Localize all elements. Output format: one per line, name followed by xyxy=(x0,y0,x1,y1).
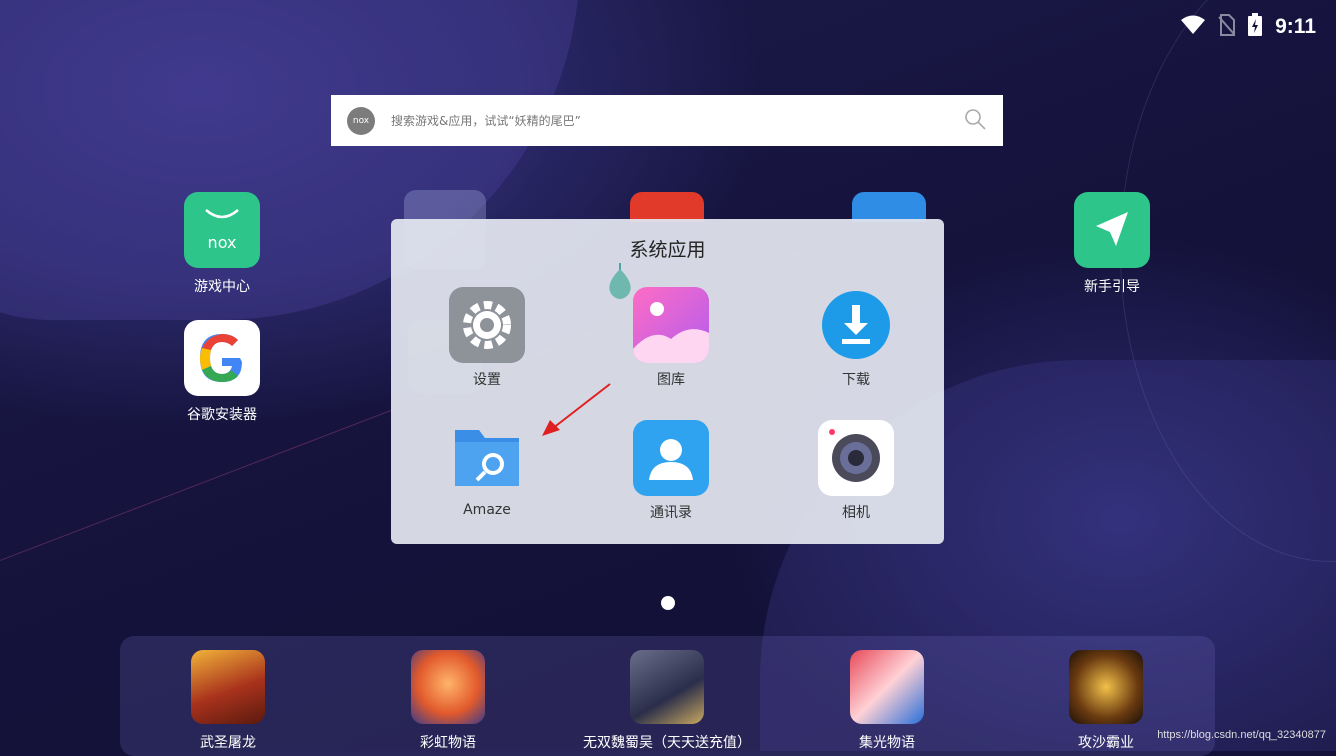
dock-app-wushuang[interactable]: 无双魏蜀吴（天天送充值） xyxy=(567,650,767,752)
game-wushengtulong-icon xyxy=(191,650,265,724)
folder-app-gallery[interactable]: 图库 xyxy=(611,287,731,389)
clock: 9:11 xyxy=(1275,15,1316,38)
game-jiguangwuyu-icon xyxy=(850,650,924,724)
nox-game-center-icon: nox xyxy=(184,192,260,268)
nox-logo: nox xyxy=(347,106,375,135)
app-label: 彩虹物语 xyxy=(420,735,476,751)
app-label: 游戏中心 xyxy=(194,279,250,295)
game-wushuang-icon xyxy=(630,650,704,724)
contacts-icon xyxy=(633,420,709,496)
search-placeholder[interactable]: 搜索游戏&应用，试试“妖精的尾巴” xyxy=(391,112,963,129)
app-label: 谷歌安装器 xyxy=(187,407,257,423)
battery-icon xyxy=(1247,13,1263,41)
game-gongshabaye-icon xyxy=(1069,650,1143,724)
page-indicator-dot[interactable] xyxy=(661,596,675,610)
app-label: 集光物语 xyxy=(859,735,915,751)
camera-icon xyxy=(818,420,894,496)
app-label: 设置 xyxy=(473,372,501,388)
app-label: 新手引导 xyxy=(1084,279,1140,295)
guide-arrow-icon xyxy=(1074,192,1150,268)
wifi-icon xyxy=(1181,15,1206,39)
app-label: 无双魏蜀吴（天天送充值） xyxy=(583,735,751,751)
download-icon xyxy=(818,287,894,363)
app-google-installer[interactable]: 谷歌安装器 xyxy=(167,320,277,424)
folder-app-amaze[interactable]: Amaze xyxy=(427,420,547,518)
game-caihongwuyu-icon xyxy=(411,650,485,724)
dock-app-wushengtulong[interactable]: 武圣屠龙 xyxy=(128,650,328,752)
svg-text:nox: nox xyxy=(208,233,237,252)
app-label: 武圣屠龙 xyxy=(200,735,256,751)
folder-app-contacts[interactable]: 通讯录 xyxy=(611,420,731,522)
watermark: https://blog.csdn.net/qq_32340877 xyxy=(1157,729,1326,741)
app-label: 相机 xyxy=(842,505,870,521)
no-sim-icon xyxy=(1217,14,1236,40)
app-label: 通讯录 xyxy=(650,505,692,521)
news-background-icon xyxy=(630,192,704,222)
browser-background-icon xyxy=(852,192,926,222)
google-installer-icon xyxy=(184,320,260,396)
search-bar[interactable]: nox 搜索游戏&应用，试试“妖精的尾巴” xyxy=(331,95,1003,146)
app-game-center[interactable]: nox 游戏中心 xyxy=(167,192,277,296)
search-icon[interactable] xyxy=(963,107,987,135)
app-label: Amaze xyxy=(463,502,511,518)
annotation-arrow-icon xyxy=(542,383,611,436)
app-label: 攻沙霸业 xyxy=(1078,735,1134,751)
dock-app-jiguangwuyu[interactable]: 集光物语 xyxy=(787,650,987,752)
status-bar: 9:11 xyxy=(1181,13,1316,41)
gear-icon xyxy=(449,287,525,363)
app-label: 下载 xyxy=(842,372,870,388)
folder-title[interactable]: 系统应用 xyxy=(391,235,944,262)
app-guide[interactable]: 新手引导 xyxy=(1057,192,1167,296)
folder-app-settings[interactable]: 设置 xyxy=(427,287,547,389)
dock-app-caihongwuyu[interactable]: 彩虹物语 xyxy=(348,650,548,752)
amaze-folder-icon xyxy=(449,420,525,496)
app-label: 图库 xyxy=(657,372,685,388)
folder-app-download[interactable]: 下载 xyxy=(796,287,916,389)
folder-app-camera[interactable]: 相机 xyxy=(796,420,916,522)
gallery-icon xyxy=(633,287,709,363)
